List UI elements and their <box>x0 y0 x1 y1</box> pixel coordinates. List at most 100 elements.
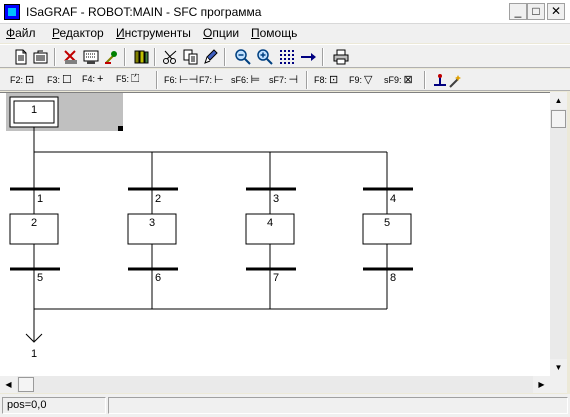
toolbar-separator <box>322 48 324 66</box>
sfc-editor-canvas[interactable]: 1 1 2 5 2 3 6 3 4 7 4 5 8 1 <box>0 92 550 376</box>
jump-icon: ▽ <box>364 74 373 86</box>
new-file-icon[interactable] <box>12 48 30 66</box>
selection-handle[interactable] <box>118 126 123 131</box>
fkey-f5-button[interactable]: F5: ⏍ <box>116 73 139 86</box>
fkey-sf9-button[interactable]: sF9: ⊠ <box>384 73 413 86</box>
menu-tools-label: нструменты <box>124 26 191 40</box>
zoom-out-icon[interactable] <box>234 48 252 66</box>
divergence-icon: ⊢⊣ <box>179 74 199 86</box>
fkey-f8-button[interactable]: F8: ⊡ <box>314 73 338 86</box>
title-bar[interactable]: ISaGRAF - ROBOT:MAIN - SFC программа _ □… <box>0 0 570 24</box>
grid-icon[interactable] <box>278 48 296 66</box>
menu-help[interactable]: Помощь <box>251 26 297 40</box>
fkey-f7-button[interactable]: F7: ⊢ <box>199 73 224 86</box>
transition-label-6: 6 <box>155 272 161 284</box>
fkey-label: sF6: <box>231 75 249 85</box>
menu-options-accel: О <box>203 26 213 40</box>
menu-tools-accel: И <box>116 26 125 40</box>
branch-2: 2 3 6 <box>127 152 178 309</box>
transition-label-7: 7 <box>273 272 279 284</box>
scroll-left-icon[interactable]: ◀ <box>0 376 17 393</box>
menu-bar: Файл Редактор Инструменты Опции Помощь <box>0 24 570 43</box>
initial-step-1[interactable]: 1 <box>9 96 59 128</box>
horizontal-scrollbar[interactable]: ◀ ▶ <box>0 376 550 393</box>
transition-label-1: 1 <box>37 193 43 205</box>
menu-file[interactable]: Файл <box>6 26 36 40</box>
menu-editor[interactable]: Редактор <box>52 26 104 40</box>
fkey-f2-button[interactable]: F2: ⊡ <box>10 73 34 86</box>
application-window: ISaGRAF - ROBOT:MAIN - SFC программа _ □… <box>0 0 570 417</box>
transition-label-5: 5 <box>37 272 43 284</box>
vertical-scroll-thumb[interactable] <box>551 110 566 128</box>
menu-editor-label: едактор <box>59 26 104 40</box>
fkey-label: sF9: <box>384 75 402 85</box>
convergence-icon: ⊢ <box>214 74 224 86</box>
window-title: ISaGRAF - ROBOT:MAIN - SFC программа <box>26 5 262 19</box>
library-icon[interactable] <box>132 48 150 66</box>
fkey-label: F8: <box>314 75 328 85</box>
maximize-button[interactable]: □ <box>527 3 545 20</box>
fkey-label: F9: <box>349 75 363 85</box>
fkey-f9-button[interactable]: F9: ▽ <box>349 73 372 86</box>
transition-label-8: 8 <box>390 272 396 284</box>
step-label-5: 5 <box>384 217 390 229</box>
zoom-in-icon[interactable] <box>256 48 274 66</box>
branch-3: 3 4 7 <box>245 152 296 309</box>
step-label-2: 2 <box>31 217 37 229</box>
scissors-icon[interactable] <box>162 48 180 66</box>
macro-step-icon: ⏍ <box>131 73 140 85</box>
close-button[interactable]: ✕ <box>547 3 565 20</box>
copy-icon[interactable] <box>182 48 200 66</box>
print-icon[interactable] <box>332 48 350 66</box>
comment-icon: ⊡ <box>329 74 339 86</box>
toolbar-separator <box>154 48 156 66</box>
fkey-sf6-button[interactable]: sF6: ⊨ <box>231 73 260 86</box>
function-key-toolbar: F2: ⊡ F3: ☐ F4: + F5: ⏍ F6: ⊢⊣ F7: ⊢ sF6: ⊨ sF7… <box>0 69 570 91</box>
open-file-icon[interactable] <box>32 48 50 66</box>
fkey-f4-button[interactable]: F4: + <box>82 73 103 85</box>
dictionary-icon[interactable] <box>82 48 100 66</box>
transition-icon: + <box>97 73 104 85</box>
main-toolbar <box>0 44 570 68</box>
fkey-label: F6: <box>164 75 178 85</box>
fkey-f6-button[interactable]: F6: ⊢⊣ <box>164 73 198 86</box>
toolbar-separator <box>54 48 56 66</box>
fkey-f3-button[interactable]: F3: ☐ <box>47 73 72 86</box>
menu-options[interactable]: Опции <box>203 26 239 40</box>
toolbar-separator <box>156 71 158 89</box>
arrow-right-icon[interactable] <box>300 48 318 66</box>
toolbar-separator <box>124 48 126 66</box>
branch-1: 1 2 5 <box>9 152 60 309</box>
menu-help-label: омощь <box>259 26 298 40</box>
scroll-right-icon[interactable]: ▶ <box>533 376 550 393</box>
toolbar-separator <box>306 71 308 89</box>
transition-label-3: 3 <box>273 193 279 205</box>
scrollbar-corner <box>550 376 567 393</box>
fkey-label: F5: <box>116 74 130 84</box>
tool-icon[interactable] <box>102 48 120 66</box>
scroll-down-icon[interactable]: ▼ <box>550 359 567 376</box>
scroll-up-icon[interactable]: ▲ <box>550 92 567 109</box>
fkey-label: F7: <box>199 75 213 85</box>
link-icon: ⊠ <box>403 74 413 86</box>
menu-tools[interactable]: Инструменты <box>116 26 191 40</box>
horizontal-scroll-thumb[interactable] <box>18 377 34 392</box>
transition-label-2: 2 <box>155 193 161 205</box>
sfc-diagram: 1 1 2 5 2 3 6 3 4 7 4 5 8 1 <box>6 93 413 360</box>
fkey-sf7-button[interactable]: sF7: ⊣ <box>269 73 298 86</box>
menu-file-accel: Ф <box>6 26 16 40</box>
step-label-3: 3 <box>149 217 155 229</box>
isagraf-app-icon[interactable] <box>4 4 20 20</box>
position-status: pos=0,0 <box>2 397 106 414</box>
minimize-button[interactable]: _ <box>509 3 527 20</box>
vertical-scrollbar[interactable]: ▲ ▼ <box>550 92 567 376</box>
fkey-label: F4: <box>82 74 96 84</box>
initial-step-label: 1 <box>31 104 37 116</box>
paste-brush-icon[interactable] <box>202 48 220 66</box>
step-label-4: 4 <box>267 217 273 229</box>
magic-wand-icon[interactable] <box>432 71 462 89</box>
transition-label-4: 4 <box>390 193 396 205</box>
status-message-pane <box>108 397 568 414</box>
parallel-convergence-icon: ⊣ <box>288 74 299 86</box>
cut-variables-icon[interactable] <box>62 48 80 66</box>
